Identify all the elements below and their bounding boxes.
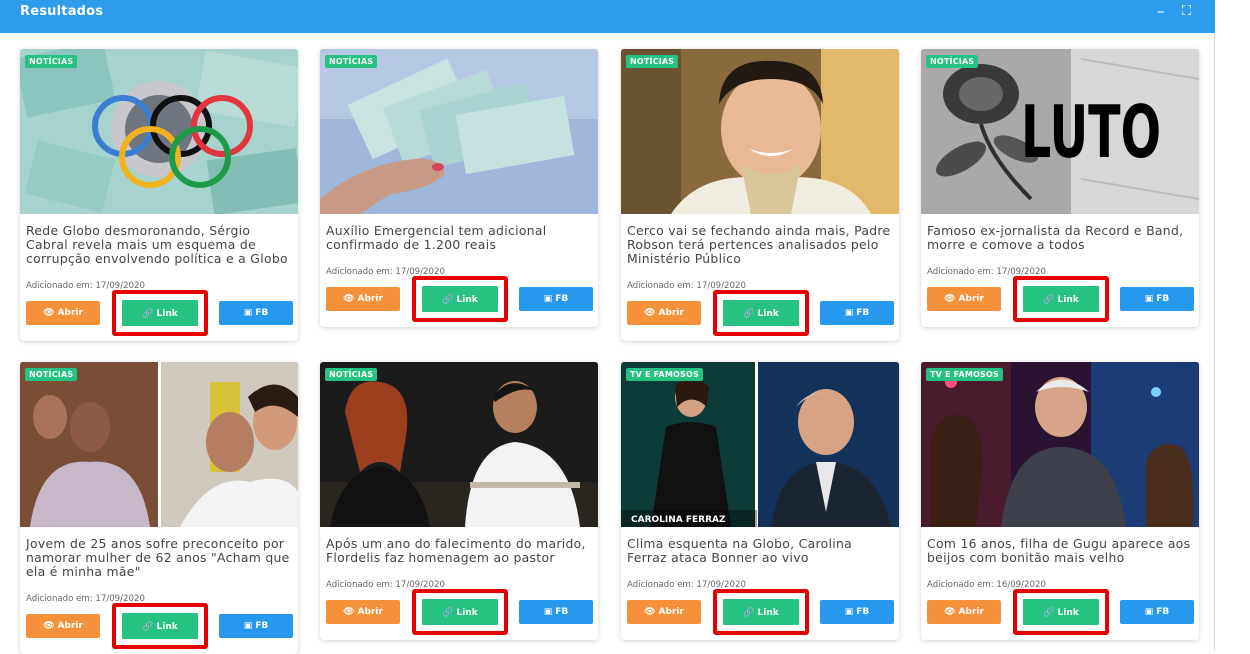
facebook-button[interactable]: ▣ FB <box>519 287 593 311</box>
news-card: CAROLINA FERRAZ TV E FAMOSOS Clima esque… <box>621 362 899 640</box>
eye-icon: 👁 <box>944 294 956 304</box>
news-title: Auxílio Emergencial tem adicional confir… <box>326 223 547 252</box>
eye-icon: 👁 <box>644 308 656 318</box>
category-badge: NOTÍCIAS <box>626 55 679 68</box>
news-card: LUTO NOTÍCIAS Famoso ex-jornalista da Re… <box>921 49 1199 327</box>
panel-title: Resultados <box>20 4 104 19</box>
open-button[interactable]: 👁 Abrir <box>927 287 1001 311</box>
facebook-icon: ▣ <box>243 621 253 631</box>
link-icon: 🔗 <box>442 295 454 305</box>
category-badge: NOTÍCIAS <box>926 55 979 68</box>
news-title: Após um ano do falecimento do marido, Fl… <box>326 536 586 565</box>
eye-icon: 👁 <box>43 308 55 318</box>
open-button[interactable]: 👁 Abrir <box>627 301 701 325</box>
eye-icon: 👁 <box>644 607 656 617</box>
facebook-button[interactable]: ▣ FB <box>519 600 593 624</box>
link-button[interactable]: 🔗 Link <box>722 299 800 327</box>
facebook-button[interactable]: ▣ FB <box>1120 287 1194 311</box>
facebook-icon: ▣ <box>844 308 854 318</box>
link-button[interactable]: 🔗 Link <box>421 285 499 313</box>
news-title: Clima esquenta na Globo, Carolina Ferraz… <box>627 536 853 565</box>
minimize-button[interactable]: – <box>1157 2 1165 20</box>
link-highlight: 🔗 Link <box>1013 589 1109 635</box>
news-thumbnail[interactable]: NOTÍCIAS <box>621 49 899 214</box>
open-button[interactable]: 👁 Abrir <box>26 301 100 325</box>
facebook-icon: ▣ <box>1144 607 1154 617</box>
open-button[interactable]: 👁 Abrir <box>26 614 100 638</box>
open-button[interactable]: 👁 Abrir <box>627 600 701 624</box>
news-thumbnail[interactable]: TV E FAMOSOS <box>921 362 1199 527</box>
news-card: TV E FAMOSOS Com 16 anos, filha de Gugu … <box>921 362 1199 640</box>
news-card: NOTÍCIAS Após um ano do falecimento do m… <box>320 362 598 640</box>
news-card: NOTÍCIAS Jovem de 25 anos sofre preconce… <box>20 362 298 654</box>
news-thumbnail[interactable]: NOTÍCIAS <box>20 362 298 527</box>
facebook-button[interactable]: ▣ FB <box>820 600 894 624</box>
link-button[interactable]: 🔗 Link <box>1022 598 1100 626</box>
panel-header: Resultados – ⛶ <box>0 0 1215 33</box>
eye-icon: 👁 <box>343 294 355 304</box>
link-button[interactable]: 🔗 Link <box>121 612 199 640</box>
news-card: NOTÍCIAS Cerco vai se fechando ainda mai… <box>621 49 899 341</box>
news-thumbnail[interactable]: CAROLINA FERRAZ TV E FAMOSOS <box>621 362 899 527</box>
category-badge: TV E FAMOSOS <box>926 368 1003 381</box>
facebook-icon: ▣ <box>844 607 854 617</box>
facebook-button[interactable]: ▣ FB <box>219 301 293 325</box>
link-highlight: 🔗 Link <box>412 589 508 635</box>
news-thumbnail[interactable]: NOTÍCIAS <box>320 49 598 214</box>
link-icon: 🔗 <box>743 309 755 319</box>
news-thumbnail[interactable]: NOTÍCIAS <box>20 49 298 214</box>
open-button[interactable]: 👁 Abrir <box>326 600 400 624</box>
link-button[interactable]: 🔗 Link <box>421 598 499 626</box>
open-button[interactable]: 👁 Abrir <box>326 287 400 311</box>
link-icon: 🔗 <box>1043 295 1055 305</box>
link-highlight: 🔗 Link <box>713 290 809 336</box>
facebook-button[interactable]: ▣ FB <box>820 301 894 325</box>
facebook-button[interactable]: ▣ FB <box>1120 600 1194 624</box>
page-scrollbar[interactable] <box>1238 0 1250 651</box>
category-badge: NOTÍCIAS <box>25 55 78 68</box>
link-highlight: 🔗 Link <box>112 603 208 649</box>
news-thumbnail[interactable]: LUTO NOTÍCIAS <box>921 49 1199 214</box>
link-highlight: 🔗 Link <box>713 589 809 635</box>
news-thumbnail[interactable]: NOTÍCIAS <box>320 362 598 527</box>
image-text-luto: LUTO <box>1021 90 1161 174</box>
facebook-icon: ▣ <box>543 294 553 304</box>
news-title: Com 16 anos, filha de Gugu aparece aos b… <box>927 536 1191 565</box>
news-title: Rede Globo desmoronando, Sérgio Cabral r… <box>26 223 288 266</box>
facebook-icon: ▣ <box>243 308 253 318</box>
category-badge: NOTÍCIAS <box>325 368 378 381</box>
link-icon: 🔗 <box>142 622 154 632</box>
link-icon: 🔗 <box>442 608 454 618</box>
link-icon: 🔗 <box>1043 608 1055 618</box>
eye-icon: 👁 <box>43 621 55 631</box>
link-highlight: 🔗 Link <box>412 276 508 322</box>
facebook-button[interactable]: ▣ FB <box>219 614 293 638</box>
facebook-icon: ▣ <box>1144 294 1154 304</box>
news-card: NOTÍCIAS Rede Globo desmoronando, Sérgio… <box>20 49 298 341</box>
link-button[interactable]: 🔗 Link <box>121 299 199 327</box>
facebook-icon: ▣ <box>543 607 553 617</box>
category-badge: TV E FAMOSOS <box>626 368 703 381</box>
link-icon: 🔗 <box>743 608 755 618</box>
results-panel: Resultados – ⛶ NOTÍCIAS Rede Globo desmo <box>0 0 1215 654</box>
maximize-button[interactable]: ⛶ <box>1182 4 1191 19</box>
news-title: Cerco vai se fechando ainda mais, Padre … <box>627 223 891 266</box>
link-highlight: 🔗 Link <box>112 290 208 336</box>
link-button[interactable]: 🔗 Link <box>1022 285 1100 313</box>
link-highlight: 🔗 Link <box>1013 276 1109 322</box>
news-title: Jovem de 25 anos sofre preconceito por n… <box>26 536 290 579</box>
eye-icon: 👁 <box>944 607 956 617</box>
eye-icon: 👁 <box>343 607 355 617</box>
news-title: Famoso ex-jornalista da Record e Band, m… <box>927 223 1184 252</box>
open-button[interactable]: 👁 Abrir <box>927 600 1001 624</box>
news-card: NOTÍCIAS Auxílio Emergencial tem adicion… <box>320 49 598 327</box>
link-button[interactable]: 🔗 Link <box>722 598 800 626</box>
category-badge: NOTÍCIAS <box>325 55 378 68</box>
image-text-carolina: CAROLINA FERRAZ <box>631 515 726 525</box>
link-icon: 🔗 <box>142 309 154 319</box>
category-badge: NOTÍCIAS <box>25 368 78 381</box>
